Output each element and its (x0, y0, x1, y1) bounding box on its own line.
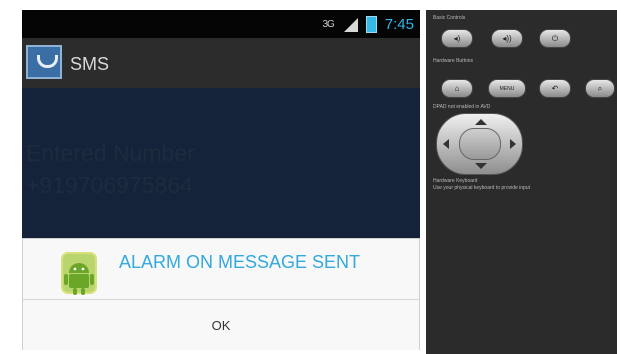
home-icon: ⌂ (454, 84, 460, 93)
volume-down-icon: ◂) (453, 34, 461, 43)
back-button[interactable]: ↶ (539, 79, 571, 98)
network-type: 3G (322, 18, 334, 30)
phone-screen: 3G 7:45 SMS Entered Number +919706975864 (22, 10, 420, 350)
alert-dialog: ALARM ON MESSAGE SENT OK (22, 238, 420, 350)
back-icon: ↶ (551, 84, 559, 93)
dpad-down-icon[interactable] (475, 163, 487, 169)
dpad-right-icon[interactable] (510, 139, 516, 149)
power-button[interactable]: ⏻ (539, 29, 571, 48)
dpad-label: DPAD not enabled in AVD (433, 104, 491, 110)
ok-button[interactable]: OK (23, 300, 419, 350)
entered-number-value: +919706975864 (26, 172, 193, 198)
dialog-title: ALARM ON MESSAGE SENT (119, 252, 361, 272)
dpad-up-icon[interactable] (475, 119, 487, 125)
app-title: SMS (70, 54, 110, 74)
status-icons: 3G 7:45 (322, 13, 414, 35)
volume-down-button[interactable]: ◂) (441, 29, 473, 48)
search-button[interactable]: ⌕ (585, 79, 615, 98)
app-icon[interactable] (26, 45, 62, 79)
entered-number-label: Entered Number (26, 140, 195, 166)
menu-button[interactable]: MENU (488, 79, 526, 98)
signal-icon (342, 16, 358, 32)
power-icon: ⏻ (551, 33, 559, 43)
menu-label: MENU (499, 85, 515, 92)
basic-controls-label: Basic Controls (433, 15, 466, 21)
dpad-left-icon[interactable] (443, 139, 449, 149)
home-button[interactable]: ⌂ (441, 79, 473, 98)
action-bar: SMS (22, 38, 420, 88)
search-icon: ⌕ (597, 83, 603, 93)
android-robot-icon (61, 252, 97, 295)
hardware-buttons-label: Hardware Buttons (433, 58, 474, 64)
hardware-keyboard-hint: Use your physical keyboard to provide in… (433, 185, 530, 191)
hardware-keyboard-label: Hardware Keyboard (433, 178, 478, 184)
volume-up-icon: ◂)) (502, 34, 512, 43)
screenshot-frame: 3G 7:45 SMS Entered Number +919706975864 (0, 0, 617, 354)
battery-icon (365, 15, 377, 33)
dpad-center-button[interactable] (459, 128, 501, 160)
volume-up-button[interactable]: ◂)) (491, 29, 523, 48)
status-time: 7:45 (384, 15, 414, 33)
dpad[interactable] (436, 113, 523, 175)
status-bar: 3G 7:45 (22, 10, 420, 38)
emulator-controls-panel: Basic Controls ◂) ◂)) ⏻ Hardware Buttons… (426, 10, 617, 354)
